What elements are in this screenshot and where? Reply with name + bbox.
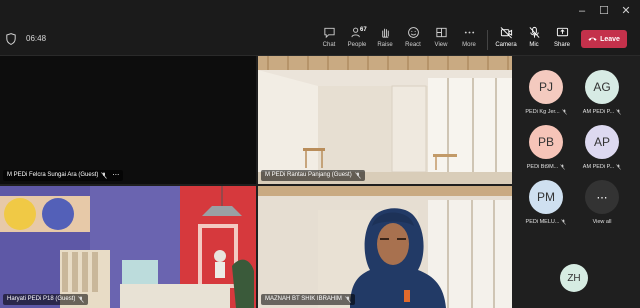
participant-video [258, 186, 512, 308]
minimize-icon[interactable]: – [575, 4, 589, 18]
share-screen-icon [556, 27, 568, 37]
mic-button[interactable]: Mic [519, 26, 549, 54]
smiley-icon [407, 27, 419, 38]
person-name: PEDi Bt9M... [526, 164, 559, 170]
mic-off-icon [616, 164, 621, 170]
roster-person[interactable]: PJ PEDi Kg Jer... [523, 70, 569, 115]
chat-label: Chat [322, 42, 336, 48]
avatar: PJ [529, 70, 563, 104]
roster-person[interactable]: PB PEDi Bt9M... [523, 125, 569, 170]
mic-off-icon [561, 219, 567, 225]
colorful-background-image [0, 186, 256, 308]
share-label: Share [553, 42, 570, 48]
avatar: AG [585, 70, 619, 104]
people-label: People [347, 42, 367, 48]
video-tile-3[interactable]: Haryati PEDi P18 (Guest) [0, 186, 256, 308]
teams-meeting-window: – ☐ ✕ 06:48 Chat 67 People Raise React V… [0, 0, 640, 308]
participant-label: Haryati PEDi P18 (Guest) [3, 294, 89, 305]
ellipsis-icon: ⋯ [585, 180, 619, 214]
person-name: AM PEDi P... [582, 109, 615, 115]
toolbar-divider [487, 30, 488, 50]
mic-off-icon [529, 26, 539, 38]
view-all-label: View all [592, 219, 612, 225]
more-label: More [462, 42, 476, 48]
person-name: PEDi MELU... [525, 219, 560, 225]
view-all-button[interactable]: ⋯ View all [579, 180, 625, 225]
avatar: PB [529, 125, 563, 159]
maximize-icon[interactable]: ☐ [597, 4, 611, 18]
meeting-toolbar: 06:48 Chat 67 People Raise React View Mo… [0, 22, 640, 56]
raise-hand-button[interactable]: Raise [370, 26, 400, 54]
roster-person[interactable]: ZH [551, 264, 597, 292]
participant-name: MAZNAH BT SHIK IBRAHIM [265, 296, 342, 302]
phone-hangup-icon [588, 37, 597, 41]
share-button[interactable]: Share [547, 26, 577, 54]
react-button[interactable]: React [398, 26, 428, 54]
roster-person[interactable]: PM PEDi MELU... [523, 180, 569, 225]
participant-name: Haryati PEDi P18 (Guest) [7, 296, 76, 302]
person-name: PEDi Kg Jer... [525, 109, 560, 115]
participant-label: M PEDi Rantau Panjang (Guest) [261, 170, 365, 181]
raise-label: Raise [377, 42, 393, 48]
title-bar: – ☐ ✕ [0, 0, 640, 22]
camera-off-icon [500, 27, 512, 39]
roster-person[interactable]: AP AM PEDi P... [579, 125, 625, 170]
roster-name: AM PEDi P... [579, 109, 625, 115]
people-count-badge: 67 [360, 27, 367, 33]
leave-button[interactable]: Leave [581, 30, 627, 48]
chat-icon [323, 27, 335, 39]
people-button[interactable]: 67 People [342, 26, 372, 54]
mic-off-icon [560, 164, 566, 170]
camera-button[interactable]: Camera [491, 26, 521, 54]
raise-hand-icon [381, 28, 389, 38]
leave-label: Leave [600, 35, 620, 43]
roster-name: PEDi Bt9M... [523, 164, 569, 170]
roster-name: AM PEDi P... [579, 164, 625, 170]
roster-name: PEDi Kg Jer... [523, 109, 569, 115]
view-button[interactable]: View [426, 26, 456, 54]
camera-label: Camera [495, 42, 517, 48]
video-tile-4[interactable]: MAZNAH BT SHIK IBRAHIM [258, 186, 512, 308]
mic-off-icon [354, 172, 361, 179]
mic-off-icon [561, 109, 567, 115]
shield-icon[interactable] [6, 33, 16, 45]
video-tile-1[interactable]: M PEDi Felcra Sungai Ara (Guest) ⋯ [0, 56, 256, 184]
mic-off-icon [345, 296, 351, 303]
participant-name: M PEDi Felcra Sungai Ara (Guest) [7, 172, 99, 178]
participant-name: M PEDi Rantau Panjang (Guest) [265, 172, 352, 178]
chat-button[interactable]: Chat [314, 26, 344, 54]
react-label: React [405, 42, 421, 48]
mic-off-icon [78, 296, 85, 303]
roster-person[interactable]: AG AM PEDi P... [579, 70, 625, 115]
avatar: AP [585, 125, 619, 159]
view-label: View [434, 42, 448, 48]
ellipsis-icon [464, 31, 474, 34]
mic-off-icon [101, 172, 108, 179]
participant-label: M PEDi Felcra Sungai Ara (Guest) ⋯ [3, 170, 124, 181]
avatar: PM [529, 180, 563, 214]
layout-icon [435, 27, 447, 38]
close-icon[interactable]: ✕ [619, 4, 633, 18]
more-button[interactable]: More [454, 26, 484, 54]
roster-name: PEDi MELU... [523, 219, 569, 225]
room-background-image [258, 56, 512, 184]
meeting-timer: 06:48 [26, 34, 47, 43]
mic-off-icon [616, 109, 621, 115]
participant-roster: PJ PEDi Kg Jer... AG AM PEDi P... PB PED… [513, 56, 640, 308]
participant-label: MAZNAH BT SHIK IBRAHIM [261, 294, 355, 305]
avatar: ZH [560, 264, 588, 292]
person-name: AM PEDi P... [582, 164, 615, 170]
more-options-icon[interactable]: ⋯ [112, 170, 119, 181]
video-tile-2[interactable]: M PEDi Rantau Panjang (Guest) [258, 56, 512, 184]
mic-label: Mic [529, 42, 539, 48]
